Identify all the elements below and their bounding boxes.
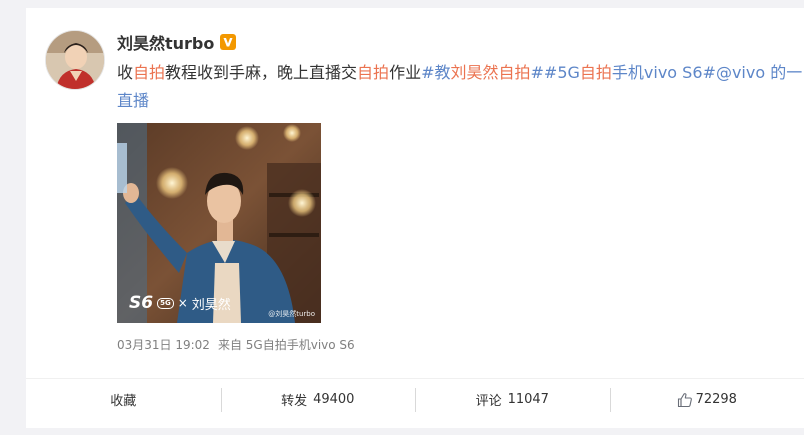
comment-button[interactable]: 评论 11047 (415, 387, 610, 412)
favorite-label: 收藏 (110, 394, 137, 409)
comment-label: 评论 (475, 394, 502, 409)
repost-count: 49400 (313, 392, 355, 407)
post-timestamp[interactable]: 03月31日 19:02 (117, 338, 210, 352)
post-meta: 03月31日 19:02 来自 5G自拍手机vivo S6 (117, 336, 355, 353)
repost-label: 转发 (281, 394, 308, 409)
comment-count: 11047 (507, 392, 549, 407)
action-bar: 收藏 转发 49400 评论 11047 72298 (26, 378, 804, 420)
author-name[interactable]: 刘昊然turbo (117, 30, 214, 54)
image-brand-model: S6 (129, 293, 154, 313)
image-brand-x: × (177, 296, 188, 310)
keyword-highlight: 自拍 (579, 63, 612, 82)
source-prefix: 来自 (217, 338, 242, 352)
topic-link[interactable]: 手机vivo S6# (612, 63, 716, 82)
avatar[interactable] (45, 30, 105, 90)
post-text: 收自拍教程收到手麻，晚上直播交自拍作业#教刘昊然自拍##5G自拍手机vivo S… (117, 59, 804, 115)
weibo-post-card: 刘昊然turbo 收自拍教程收到手麻，晚上直播交自拍作业#教刘昊然自拍##5G自… (26, 8, 804, 428)
image-brand-overlay: S6 5G × 刘昊然 (129, 293, 231, 313)
keyword-highlight: 自拍 (357, 63, 390, 82)
like-count: 72298 (695, 392, 737, 407)
image-watermark: @刘昊然turbo (268, 310, 315, 318)
author-name-row: 刘昊然turbo (117, 30, 237, 54)
like-button[interactable]: 72298 (609, 387, 804, 412)
image-brand-name: 刘昊然 (191, 297, 231, 313)
thumbs-up-icon (677, 392, 692, 407)
keyword-highlight: 自拍 (133, 63, 166, 82)
post-text-segment: 作业 (389, 63, 422, 82)
topic-link[interactable]: ##5G (531, 63, 580, 82)
keyword-highlight: 刘昊然自拍 (450, 63, 531, 82)
image-brand-chip: 5G (157, 297, 174, 309)
post-source[interactable]: 5G自拍手机vivo S6 (246, 338, 355, 352)
post-text-segment: 收 (117, 63, 134, 82)
repost-button[interactable]: 转发 49400 (220, 387, 416, 412)
vip-v-icon[interactable] (220, 34, 237, 50)
favorite-button[interactable]: 收藏 (26, 388, 221, 412)
post-text-segment: 教程收到手麻，晚上直播交 (165, 63, 358, 82)
post-image[interactable]: S6 5G × 刘昊然 @刘昊然turbo (117, 123, 321, 323)
topic-link[interactable]: #教 (421, 63, 450, 82)
